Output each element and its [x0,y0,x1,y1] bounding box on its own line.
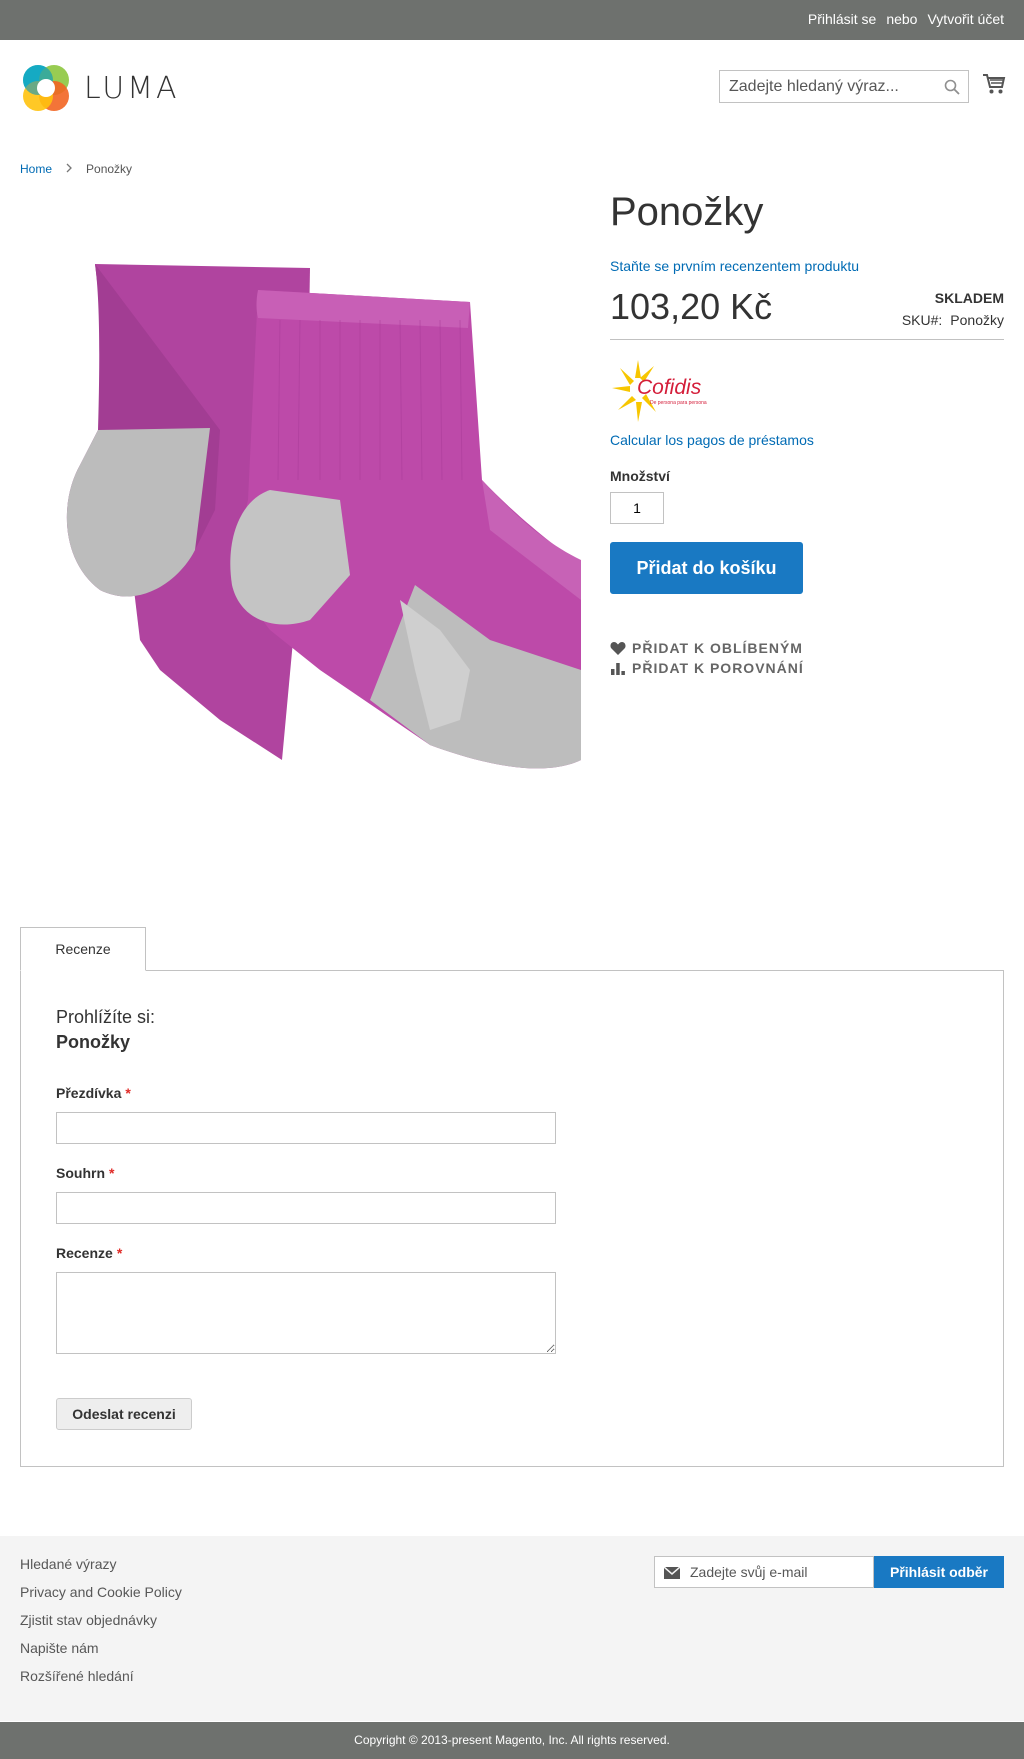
required-mark: * [109,1165,115,1181]
review-label-text: Recenze [56,1245,113,1261]
footer: Hledané výrazy Privacy and Cookie Policy… [0,1536,1024,1721]
sku-value: Ponožky [950,312,1004,328]
logo-text: LUMA [84,70,180,106]
luma-logo-icon [23,65,69,111]
required-mark: * [116,1245,123,1261]
search-icon[interactable] [944,79,960,98]
footer-link-advanced-search[interactable]: Rozšířené hledání [20,1668,182,1696]
product-price: 103,20 Kč [610,286,773,327]
svg-text:De persona para persona: De persona para persona [650,400,707,406]
nickname-label-text: Přezdívka [56,1085,122,1101]
footer-links: Hledané výrazy Privacy and Cookie Policy… [20,1556,182,1696]
stock-status: SKLADEM [934,290,1004,306]
quantity-input[interactable] [610,492,664,524]
product-image[interactable] [20,200,581,860]
nickname-field[interactable] [56,1112,556,1144]
wishlist-label: PŘIDAT K OBLÍBENÝM [632,640,803,656]
loan-calculator-link[interactable]: Calcular los pagos de préstamos [610,432,1004,448]
newsletter: Přihlásit odběr [654,1556,1004,1588]
subscribe-button[interactable]: Přihlásit odběr [874,1556,1004,1588]
tab-reviews[interactable]: Recenze [20,927,146,971]
price-row: 103,20 Kč SKLADEM SKU#: Ponožky [610,284,1004,340]
chevron-right-icon [66,162,72,176]
review-label: Recenze * [56,1245,122,1261]
compare-chart-icon [611,663,625,675]
summary-field[interactable] [56,1192,556,1224]
compare-label: PŘIDAT K POROVNÁNÍ [632,660,804,676]
copyright: Copyright © 2013-present Magento, Inc. A… [0,1722,1024,1759]
review-heading: Prohlížíte si: [56,1007,156,1027]
breadcrumb-current: Ponožky [86,162,133,176]
or-text: nebo [886,11,918,27]
logo[interactable]: LUMA [20,62,180,114]
header-links: Přihlásit se nebo Vytvořit účet [808,11,1004,27]
top-bar: Přihlásit se nebo Vytvořit účet [0,0,1024,40]
newsletter-field [654,1556,874,1588]
product-info: Ponožky Staňte se prvním recenzentem pro… [610,190,1004,678]
product-title: Ponožky [610,190,764,234]
add-to-cart-button[interactable]: Přidat do košíku [610,542,803,594]
add-review-link[interactable]: Staňte se prvním recenzentem produktu [610,258,1004,274]
create-account-link[interactable]: Vytvořit účet [927,11,1004,27]
cart-icon[interactable] [982,73,1006,98]
breadcrumb: Home Ponožky [20,162,132,176]
footer-link-search-terms[interactable]: Hledané výrazy [20,1556,182,1584]
add-to-compare-link[interactable]: PŘIDAT K POROVNÁNÍ [610,658,1004,678]
signin-link[interactable]: Přihlásit se [808,11,876,27]
breadcrumb-home[interactable]: Home [20,162,52,176]
summary-label: Souhrn * [56,1165,114,1181]
newsletter-email-input[interactable] [690,1557,870,1587]
product-actions: PŘIDAT K OBLÍBENÝM PŘIDAT K POROVNÁNÍ [610,638,1004,678]
summary-label-text: Souhrn [56,1165,105,1181]
sku-label: SKU#: [901,312,943,328]
review-product-name: Ponožky [56,1032,131,1052]
add-to-wishlist-link[interactable]: PŘIDAT K OBLÍBENÝM [610,638,1004,658]
submit-review-button[interactable]: Odeslat recenzi [56,1398,192,1430]
review-textarea[interactable] [56,1272,556,1354]
required-mark: * [125,1085,131,1101]
product-sku: SKU#: Ponožky [902,312,1004,328]
cofidis-logo: Cofidis De persona para persona [610,356,730,426]
reviews-panel: Prohlížíte si: Ponožky Přezdívka * Souhrn… [20,970,1004,1467]
envelope-icon [664,1567,680,1579]
search-box [719,70,969,103]
footer-link-contact[interactable]: Napište nám [20,1640,182,1668]
quantity-label: Množství [610,468,670,484]
footer-link-privacy[interactable]: Privacy and Cookie Policy [20,1584,182,1612]
svg-text:Cofidis: Cofidis [637,376,702,399]
search-input[interactable] [720,71,930,102]
nickname-label: Přezdívka * [56,1085,131,1101]
heart-icon [610,642,626,655]
footer-link-orders[interactable]: Zjistit stav objednávky [20,1612,182,1640]
